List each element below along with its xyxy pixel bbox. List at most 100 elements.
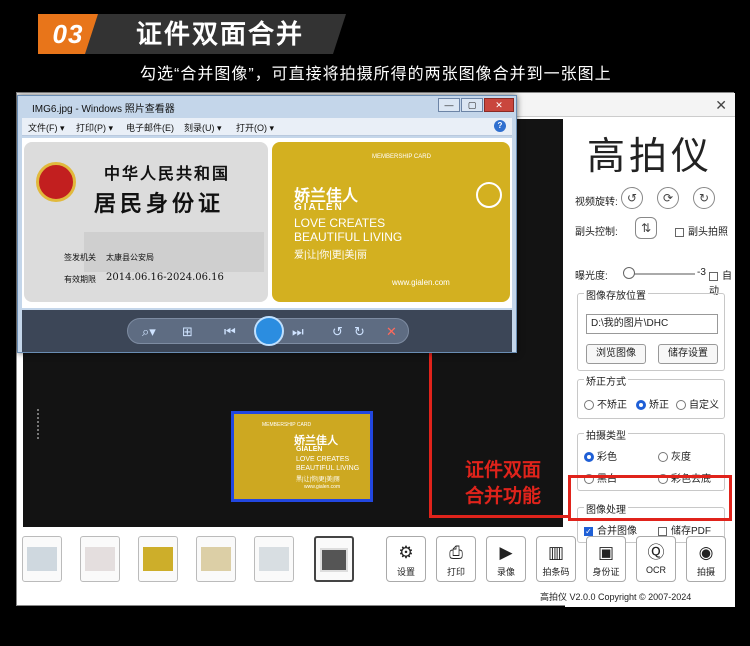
member-card-slogan2: BEAUTIFUL LIVING (294, 230, 403, 244)
save-settings-button[interactable]: 储存设置 (658, 344, 718, 364)
page-subtitle: 勾选“合并图像”，可直接将拍摄所得的两张图像合并到一张图上 (140, 66, 612, 83)
save-pdf-checkbox[interactable]: 储存PDF (658, 522, 711, 537)
shoot-color-radio[interactable]: 彩色 (584, 448, 617, 463)
preview-card-slogan-cn: 黑|让|你|更|美|丽 (296, 477, 340, 483)
id-card-validity-label: 有效期限 (64, 275, 96, 284)
national-emblem-icon (36, 162, 76, 202)
sub-camera-toggle-button[interactable]: ⇅ (635, 217, 657, 239)
preview-card-label: MEMBERSHIP CARD (262, 422, 312, 428)
sub-camera-label: 副头控制: (575, 227, 618, 238)
member-card-label: MEMBERSHIP CARD (372, 154, 431, 160)
menu-file[interactable]: 文件(F) ▾ (28, 121, 65, 134)
correction-none-radio[interactable]: 不矫正 (584, 396, 627, 411)
correction-mode-title: 矫正方式 (584, 373, 628, 388)
zoom-icon[interactable]: ⌕▾ (142, 324, 156, 340)
next-icon[interactable]: ⏭ (292, 324, 304, 340)
printer-icon: ⎙ (449, 543, 463, 562)
capture-button[interactable]: ◉ 拍摄 (686, 536, 726, 582)
annotation-arrow-connector (429, 515, 570, 518)
app-close-icon[interactable]: ✕ (715, 97, 727, 114)
member-card-slogan1: LOVE CREATES (294, 216, 386, 230)
rotate-cw-icon[interactable]: ↻ (354, 324, 365, 340)
page-title: 证件双面合并 (136, 19, 305, 49)
preview-member-card: MEMBERSHIP CARD 娇兰佳人 GIALEN LOVE CREATES… (231, 411, 373, 502)
correction-custom-radio[interactable]: 自定义 (676, 396, 719, 411)
previous-icon[interactable]: ⏮ (224, 324, 236, 340)
radio-circle (658, 452, 668, 463)
thumbnail-image (143, 547, 173, 571)
correction-auto-radio[interactable]: 矫正 (636, 396, 669, 411)
thumbnail-6-selected[interactable] (314, 536, 354, 582)
check-icon: ✓ (584, 526, 593, 536)
slideshow-play-button[interactable] (254, 316, 284, 346)
thumbnail-1[interactable] (22, 536, 62, 582)
thumbnail-image (259, 547, 289, 571)
preview-card-slogan1: LOVE CREATES (296, 456, 350, 463)
rotate-right-button[interactable]: ↻ (693, 187, 715, 209)
id-card-authority-label: 签发机关 (64, 253, 96, 262)
annotation-label: 证件双面 合并功能 (448, 458, 558, 510)
browse-images-button[interactable]: 浏览图像 (586, 344, 646, 364)
preview-edge-marker (37, 409, 41, 439)
rotate-ccw-icon[interactable]: ↺ (332, 324, 343, 340)
record-video-button[interactable]: ▶ 录像 (486, 536, 526, 582)
settings-button[interactable]: ⚙ 设置 (386, 536, 426, 582)
barcode-button[interactable]: ▥ 拍条码 (536, 536, 576, 582)
help-icon[interactable]: ? (494, 120, 506, 132)
thumbnail-3[interactable] (138, 536, 178, 582)
viewer-maximize-button[interactable]: ▢ (461, 98, 483, 112)
delete-icon[interactable]: ✕ (386, 324, 397, 340)
viewer-nav-bar: ⌕▾ ⊞ ⏮ ⏭ ↺ ↻ ✕ (127, 316, 409, 346)
merge-images-checkbox[interactable]: ✓ 合并图像 (584, 522, 637, 537)
ocr-search-icon: Ⓠ (647, 543, 665, 562)
rotate-reset-icon: ⟳ (662, 191, 674, 205)
member-card-url: www.gialen.com (392, 278, 450, 287)
thumbnail-5[interactable] (254, 536, 294, 582)
id-card-back: 中华人民共和国 居民身份证 签发机关 太康县公安局 有效期限 2014.06.1… (24, 142, 268, 302)
radio-circle (636, 400, 646, 411)
thumbnail-image (320, 548, 348, 572)
viewer-titlebar[interactable]: IMG6.jpg - Windows 照片查看器 — ▢ ✕ (18, 96, 516, 116)
viewer-title: IMG6.jpg - Windows 照片查看器 (32, 104, 175, 115)
radio-circle (676, 400, 686, 411)
viewer-menubar: 文件(F) ▾ 打印(P) ▾ 电子邮件(E) 刻录(U) ▾ 打开(O) ▾ … (22, 118, 512, 136)
exposure-label: 曝光度: (575, 271, 608, 282)
menu-email[interactable]: 电子邮件(E) (126, 121, 174, 134)
app-brand-title: 高拍仪 (586, 134, 713, 178)
exposure-slider-track[interactable] (625, 273, 695, 275)
sub-camera-shot-checkbox[interactable]: 副头拍照 (675, 223, 728, 238)
merge-feature-highlight (568, 475, 732, 521)
viewer-minimize-button[interactable]: — (438, 98, 460, 112)
exposure-slider-handle[interactable] (623, 267, 635, 279)
print-button[interactable]: ⎙ 打印 (436, 536, 476, 582)
annotation-line1: 证件双面 (464, 460, 541, 481)
id-card-title: 居民身份证 (94, 191, 225, 217)
radio-circle (584, 452, 594, 463)
checkbox-box (709, 271, 718, 281)
camera-switch-icon: ⇅ (640, 221, 652, 235)
preview-card-url: www.gialen.com (304, 484, 341, 490)
shoot-type-title: 拍摄类型 (584, 427, 628, 442)
camera-icon: ◉ (698, 543, 714, 562)
viewer-close-button[interactable]: ✕ (484, 98, 514, 112)
thumbnail-image (27, 547, 57, 571)
video-camera-icon: ▶ (499, 543, 513, 562)
gear-icon: ⚙ (398, 543, 414, 562)
shoot-gray-radio[interactable]: 灰度 (658, 448, 691, 463)
id-card-icon: ▣ (597, 543, 615, 562)
save-path-field[interactable]: D:\我的图片\DHC (586, 314, 718, 334)
rotate-reset-button[interactable]: ⟳ (657, 187, 679, 209)
actual-size-icon[interactable]: ⊞ (182, 324, 193, 340)
menu-burn[interactable]: 刻录(U) ▾ (184, 121, 222, 134)
menu-print[interactable]: 打印(P) ▾ (76, 121, 113, 134)
checkbox-box (675, 227, 684, 237)
copyright-text: 高拍仪 V2.0.0 Copyright © 2007-2024 (540, 592, 692, 602)
video-rotate-label: 视频旋转: (575, 197, 618, 208)
thumbnail-4[interactable] (196, 536, 236, 582)
photo-viewer-window: IMG6.jpg - Windows 照片查看器 — ▢ ✕ 文件(F) ▾ 打… (17, 95, 517, 353)
thumbnail-2[interactable] (80, 536, 120, 582)
menu-open[interactable]: 打开(O) ▾ (236, 121, 274, 134)
rotate-left-button[interactable]: ↺ (621, 187, 643, 209)
id-card-button[interactable]: ▣ 身份证 (586, 536, 626, 582)
ocr-button[interactable]: Ⓠ OCR (636, 536, 676, 582)
